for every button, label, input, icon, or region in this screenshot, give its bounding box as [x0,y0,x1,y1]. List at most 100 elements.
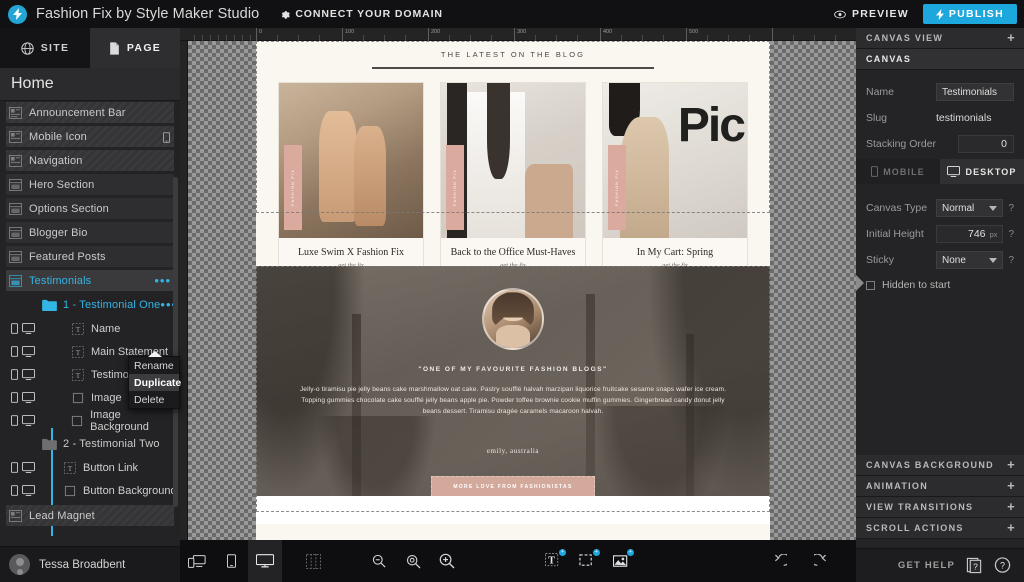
context-menu-delete[interactable]: Delete [129,391,179,408]
visibility-toggles[interactable] [11,346,51,357]
zoom-in-button[interactable] [430,540,464,582]
testimonial-avatar[interactable] [482,288,544,350]
desktop-view-button[interactable] [248,540,282,582]
layer-row-announcement-bar[interactable]: Announcement Bar [0,101,180,125]
mobile-visibility-icon[interactable] [11,485,18,496]
visibility-toggles[interactable] [11,392,51,403]
layer-row-hero-section[interactable]: Hero Section [0,173,180,197]
blog-card[interactable]: Pic FASHION FIX In My Cart: Spring get t… [602,82,748,280]
layer-context-menu[interactable]: Rename Duplicate Delete [128,351,181,409]
add-shape-button[interactable]: + [570,540,604,582]
context-menu-duplicate[interactable]: Duplicate [129,374,181,391]
sticky-select[interactable]: None [936,251,1004,269]
mobile-view-button[interactable] [214,540,248,582]
user-account-bar[interactable]: Tessa Broadbent [0,546,180,582]
add-shape-icon [579,553,595,569]
visibility-toggles[interactable] [11,462,51,473]
tab-page[interactable]: PAGE [90,28,180,68]
grid-toggle-button[interactable] [296,540,330,582]
visibility-toggles[interactable] [11,369,51,380]
canvas-type-select[interactable]: Normal [936,199,1004,217]
desktop-visibility-icon[interactable] [22,369,35,380]
testimonials-section[interactable]: "ONE OF MY FAVOURITE FASHION BLOGS" Jell… [256,266,770,524]
add-image-button[interactable]: + [604,540,638,582]
canvas-view-section-header[interactable]: CANVAS VIEW + [856,28,1024,49]
mobile-visibility-icon[interactable] [11,415,18,426]
plus-icon[interactable]: + [1007,500,1016,513]
zoom-out-button[interactable] [362,540,396,582]
add-text-button[interactable]: T + [536,540,570,582]
responsive-view-button[interactable] [180,540,214,582]
context-menu-rename[interactable]: Rename [129,357,179,374]
initial-height-input[interactable]: 746 px [936,225,1004,243]
layer-row-lead-magnet[interactable]: Lead Magnet [0,504,180,528]
layer-group-testimonial-one[interactable]: 1 - Testimonial One ••• [0,293,180,317]
blog-card[interactable]: FASHION FIX Luxe Swim X Fashion Fix get … [278,82,424,280]
desktop-visibility-icon[interactable] [22,415,35,426]
canvas-area[interactable]: THE LATEST ON THE BLOG FASHION FIX Luxe … [180,28,856,540]
stacking-order-input[interactable]: 0 [958,135,1014,153]
layer-row-featured-posts[interactable]: Featured Posts [0,245,180,269]
layer-row-image-background[interactable]: Image Background [0,409,180,433]
more-love-button[interactable]: MORE LOVE FROM FASHIONISTAS [431,476,595,497]
visibility-toggles[interactable] [11,323,51,334]
canvas-background-section[interactable]: CANVAS BACKGROUND + [856,455,1024,476]
layer-row-mobile-icon[interactable]: Mobile Icon [0,125,180,149]
plus-icon[interactable]: + [1007,521,1016,534]
name-input[interactable]: Testimonials [936,83,1014,101]
redo-button[interactable] [804,540,838,582]
publish-button[interactable]: PUBLISH [922,4,1017,24]
canvas-section-header[interactable]: CANVAS [856,49,1024,70]
layer-row-blogger-bio[interactable]: Blogger Bio [0,221,180,245]
mobile-visibility-icon[interactable] [11,392,18,403]
layer-row-button-background[interactable]: Button Background [0,479,180,502]
tab-site[interactable]: SITE [0,28,90,68]
canvas-type-help-icon[interactable]: ? [1008,203,1014,214]
hidden-to-start-checkbox[interactable] [866,280,875,290]
mobile-visibility-icon[interactable] [11,369,18,380]
undo-button[interactable] [762,540,796,582]
chat-help-icon[interactable]: ? [994,557,1011,574]
tab-mobile[interactable]: MOBILE [856,159,940,184]
plus-icon[interactable]: + [1007,458,1016,471]
layer-row-testimonials[interactable]: Testimonials ••• [0,269,180,293]
desktop-visibility-icon[interactable] [22,392,35,403]
layer-list[interactable]: Announcement Bar Mobile Icon Navigation [0,101,180,546]
featured-posts-section[interactable]: THE LATEST ON THE BLOG FASHION FIX Luxe … [256,41,770,280]
zoom-fit-button[interactable] [396,540,430,582]
desktop-visibility-icon[interactable] [22,346,35,357]
preview-button[interactable]: PREVIEW [820,8,923,20]
initial-height-help-icon[interactable]: ? [1008,229,1014,240]
blog-card[interactable]: FASHION FIX Back to the Office Must-Have… [440,82,586,280]
visibility-toggles[interactable] [11,415,50,426]
desktop-visibility-icon[interactable] [22,462,35,473]
layer-row-name[interactable]: T Name [0,317,180,340]
publish-label: PUBLISH [948,8,1004,20]
lightning-logo-icon[interactable] [8,4,27,24]
scroll-actions-section[interactable]: SCROLL ACTIONS + [856,518,1024,539]
visibility-toggles[interactable] [11,485,51,496]
more-dots-icon[interactable]: ••• [154,274,171,287]
plus-icon[interactable]: + [1007,31,1016,44]
view-transitions-section[interactable]: VIEW TRANSITIONS + [856,497,1024,518]
layer-row-navigation[interactable]: Navigation [0,149,180,173]
hidden-to-start-row[interactable]: Hidden to start [856,273,1024,297]
document-help-icon[interactable]: ? [966,557,983,574]
connect-domain-button[interactable]: CONNECT YOUR DOMAIN [279,8,443,20]
svg-text:T: T [76,324,81,333]
desktop-visibility-icon[interactable] [22,323,35,334]
panel-collapse-toggle[interactable] [856,275,864,291]
layer-row-button-link[interactable]: T Button Link [0,456,180,479]
left-panel-scrollbar[interactable] [173,177,178,507]
desktop-visibility-icon[interactable] [22,485,35,496]
plus-icon[interactable]: + [1007,479,1016,492]
layer-group-testimonial-two[interactable]: 2 - Testimonial Two [0,432,180,456]
page-preview[interactable]: THE LATEST ON THE BLOG FASHION FIX Luxe … [256,41,770,540]
mobile-visibility-icon[interactable] [11,462,18,473]
tab-desktop[interactable]: DESKTOP [940,159,1024,184]
layer-row-options-section[interactable]: Options Section [0,197,180,221]
mobile-visibility-icon[interactable] [11,346,18,357]
mobile-visibility-icon[interactable] [11,323,18,334]
sticky-help-icon[interactable]: ? [1008,255,1014,266]
animation-section[interactable]: ANIMATION + [856,476,1024,497]
